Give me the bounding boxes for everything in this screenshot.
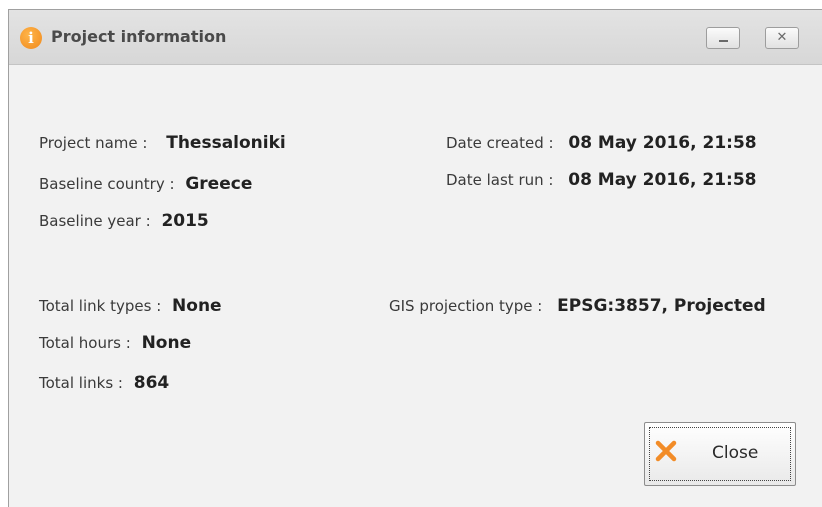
total-links-row: Total links : 864 [39,373,169,393]
date-last-run-value: 08 May 2016, 21:58 [568,170,757,190]
gis-projection-label: GIS projection type : [389,297,543,315]
date-last-run-row: Date last run : 08 May 2016, 21:58 [446,170,756,190]
close-button-label: Close [712,443,759,463]
baseline-year-label: Baseline year : [39,212,151,230]
date-created-value: 08 May 2016, 21:58 [568,133,757,153]
total-hours-value: None [141,333,192,353]
gis-projection-row: GIS projection type : EPSG:3857, Project… [389,296,766,316]
dialog-content: Project name : Thessaloniki Baseline cou… [9,65,822,507]
total-links-value: 864 [133,373,170,393]
date-last-run-label: Date last run : [446,171,554,189]
total-hours-label: Total hours : [39,334,131,352]
info-icon: i [20,27,42,49]
baseline-country-label: Baseline country : [39,175,175,193]
title-close-button[interactable]: ✕ [765,27,799,49]
date-created-label: Date created : [446,134,554,152]
project-name-value: Thessaloniki [166,133,286,153]
baseline-country-row: Baseline country : Greece [39,174,252,194]
dialog-title: Project information [51,27,227,46]
project-information-dialog: i Project information ✕ Project name : T… [8,9,822,507]
total-link-types-value: None [172,296,222,316]
total-hours-row: Total hours : None [39,333,191,353]
total-links-label: Total links : [39,374,123,392]
project-name-row: Project name : Thessaloniki [39,133,286,153]
baseline-year-value: 2015 [161,211,209,231]
total-link-types-row: Total link types : None [39,296,222,316]
baseline-year-row: Baseline year : 2015 [39,211,209,231]
date-created-row: Date created : 08 May 2016, 21:58 [446,133,757,153]
project-name-label: Project name : [39,134,148,152]
title-bar[interactable]: i Project information ✕ [9,10,822,65]
gis-projection-value: EPSG:3857, Projected [557,296,766,316]
close-icon: ✕ [776,30,788,45]
baseline-country-value: Greece [185,174,253,194]
close-button[interactable]: Close [644,422,796,486]
minimize-button[interactable] [706,27,740,49]
total-link-types-label: Total link types : [39,297,162,315]
x-icon [655,440,677,462]
